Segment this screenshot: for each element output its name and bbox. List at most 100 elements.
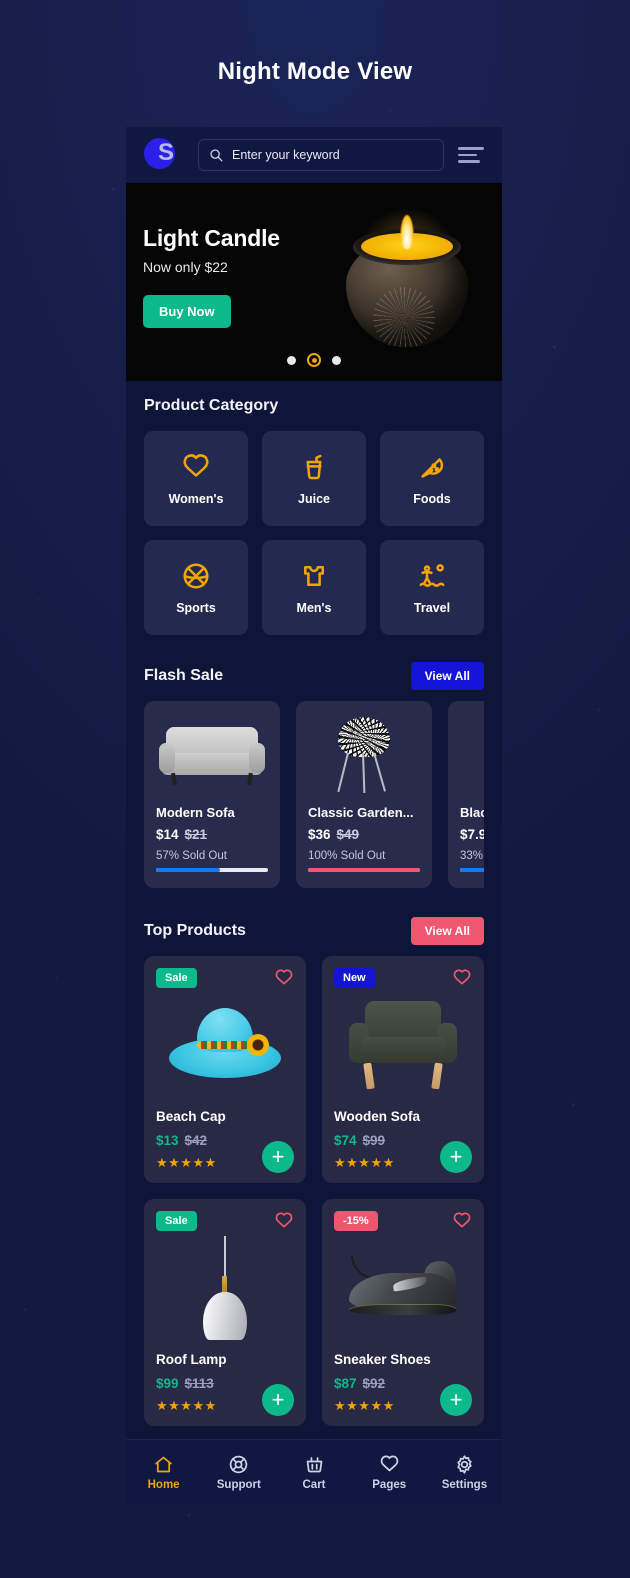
category-item-sports[interactable]: Sports [144, 540, 248, 635]
tshirt-icon [299, 561, 329, 591]
flash-sale-card[interactable]: Modern Sofa $14$21 57% Sold Out [144, 701, 280, 888]
add-to-cart-button[interactable]: + [262, 1384, 294, 1416]
top-products-header: Top Products View All [144, 906, 484, 956]
product-card[interactable]: New Wooden Sofa $74$99 [322, 956, 484, 1183]
category-item-juice[interactable]: Juice [262, 431, 366, 526]
flash-sale-sold-text: 33% S [460, 850, 484, 862]
status-badge: Sale [156, 1211, 197, 1231]
nav-item-support[interactable]: Support [201, 1454, 276, 1491]
category-label: Foods [413, 492, 451, 506]
flash-sale-carousel[interactable]: Modern Sofa $14$21 57% Sold Out Classic … [144, 701, 484, 906]
app-header: S Enter your keyword [126, 127, 502, 183]
category-label: Men's [297, 601, 332, 615]
status-badge: -15% [334, 1211, 378, 1231]
menu-line-1 [458, 147, 484, 150]
heart-outline-icon[interactable] [452, 968, 472, 993]
hamburger-menu-icon[interactable] [458, 144, 484, 166]
add-to-cart-button[interactable]: + [440, 1384, 472, 1416]
garden-chair-image [308, 713, 420, 797]
product-card[interactable]: Sale Roof Lamp $99$113 ★★★★★ + [144, 1199, 306, 1426]
carousel-dot-3[interactable] [332, 356, 341, 365]
product-old-price: $99 [363, 1133, 386, 1148]
carousel-dot-1[interactable] [287, 356, 296, 365]
flash-sale-sold-text: 57% Sold Out [156, 850, 268, 862]
menu-line-3 [458, 160, 480, 163]
bottom-navigation: Home Support [126, 1439, 502, 1504]
product-old-price: $113 [185, 1376, 214, 1391]
gear-icon [454, 1454, 475, 1475]
carousel-dot-2[interactable] [307, 353, 321, 367]
flash-sale-header: Flash Sale View All [144, 651, 484, 701]
product-price: $87 [334, 1376, 357, 1391]
hero-title: Light Candle [143, 225, 280, 252]
product-price: $99 [156, 1376, 179, 1391]
add-to-cart-button[interactable]: + [262, 1141, 294, 1173]
hero-copy: Light Candle Now only $22 Buy Now [143, 225, 280, 328]
brand-logo-letter: S [158, 141, 174, 165]
flash-sale-progress-bar [156, 868, 268, 872]
juice-cup-icon [299, 452, 329, 482]
flash-sale-card[interactable]: Classic Garden... $36$49 100% Sold Out [296, 701, 432, 888]
add-to-cart-button[interactable]: + [440, 1141, 472, 1173]
nav-label: Pages [372, 1479, 406, 1491]
category-section-header: Product Category [144, 381, 484, 431]
flash-sale-price-row: $36$49 [308, 827, 420, 842]
category-item-travel[interactable]: Travel [380, 540, 484, 635]
search-icon [209, 148, 223, 162]
heart-icon [379, 1454, 400, 1475]
category-label: Juice [298, 492, 330, 506]
top-products-view-all-button[interactable]: View All [411, 917, 484, 945]
nav-label: Settings [442, 1479, 487, 1491]
flash-sale-progress-bar [308, 868, 420, 872]
product-old-price: $42 [185, 1133, 208, 1148]
category-label: Women's [169, 492, 224, 506]
flash-sale-card[interactable]: Black $7.99 33% S [448, 701, 484, 888]
hero-banner[interactable]: Light Candle Now only $22 Buy Now [126, 183, 502, 381]
product-card-top: -15% [334, 1211, 472, 1236]
travel-beach-icon [417, 561, 447, 591]
nav-item-home[interactable]: Home [126, 1454, 201, 1491]
nav-label: Cart [303, 1479, 326, 1491]
roof-lamp-image [156, 1238, 294, 1338]
carousel-dots [126, 353, 502, 367]
top-products-section: Top Products View All Sale Beach Cap [126, 906, 502, 1444]
product-price: $74 [334, 1133, 357, 1148]
nav-item-pages[interactable]: Pages [352, 1454, 427, 1491]
category-label: Sports [176, 601, 216, 615]
product-card[interactable]: Sale Beach Cap $13$42 ★★★★★ + [144, 956, 306, 1183]
page-title: Night Mode View [0, 58, 630, 86]
flash-sale-progress-bar [460, 868, 484, 872]
category-item-womens[interactable]: Women's [144, 431, 248, 526]
modern-sofa-image [156, 713, 268, 797]
nav-item-settings[interactable]: Settings [427, 1454, 502, 1491]
heart-outline-icon[interactable] [274, 1211, 294, 1236]
flash-sale-view-all-button[interactable]: View All [411, 662, 484, 690]
candle-flame [401, 215, 414, 249]
flash-sale-price-row: $7.99 [460, 827, 484, 842]
sneaker-shoes-image [334, 1238, 472, 1338]
flash-sale-sold-text: 100% Sold Out [308, 850, 420, 862]
nav-item-cart[interactable]: Cart [276, 1454, 351, 1491]
search-input[interactable]: Enter your keyword [198, 139, 444, 171]
category-item-foods[interactable]: Foods [380, 431, 484, 526]
pizza-slice-icon [417, 452, 447, 482]
top-products-title: Top Products [144, 922, 246, 940]
product-category-section: Product Category Women's [126, 381, 502, 651]
brand-logo[interactable]: S [144, 138, 184, 172]
beach-cap-image [156, 995, 294, 1095]
wooden-sofa-image [334, 995, 472, 1095]
category-label: Travel [414, 601, 450, 615]
home-icon [153, 1454, 174, 1475]
status-badge: New [334, 968, 375, 988]
heart-icon [181, 452, 211, 482]
category-item-mens[interactable]: Men's [262, 540, 366, 635]
flash-sale-price: $36 [308, 827, 331, 842]
heart-outline-icon[interactable] [452, 1211, 472, 1236]
product-card-top: New [334, 968, 472, 993]
buy-now-button[interactable]: Buy Now [143, 295, 231, 328]
menu-line-2 [458, 154, 477, 157]
flash-sale-old-price: $21 [185, 827, 208, 842]
product-card[interactable]: -15% Sneaker Shoes $87$92 [322, 1199, 484, 1426]
heart-outline-icon[interactable] [274, 968, 294, 993]
flash-sale-price: $7.99 [460, 827, 484, 842]
